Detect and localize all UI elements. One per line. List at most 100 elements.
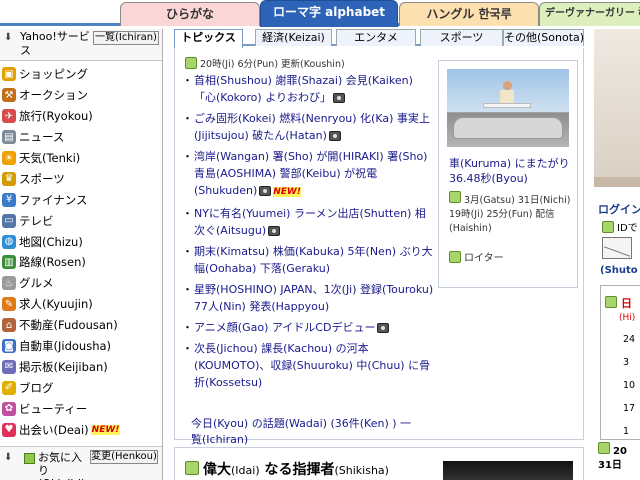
sidebar-service-item[interactable]: ♛ スポーツ [0, 168, 162, 189]
promo-image[interactable] [594, 29, 640, 187]
topics-more-text[interactable]: 今日(Kyou) の話題(Wadai) (36件(Ken) ) 一覧(Ichir… [191, 417, 411, 446]
sidebar-service-label: ビューティー [19, 401, 88, 416]
services-sidebar: ⬇ Yahoo!サービス 一覧(Ichiran) ▣ ショッピング ⚒ オークション ✈… [0, 29, 163, 480]
calendar-number[interactable]: 1 [623, 426, 629, 437]
camera-icon [377, 323, 390, 333]
sidebar-service-label: 不動産(Fudousan) [19, 318, 118, 333]
favorites-icon [24, 453, 35, 464]
headline-link[interactable]: 星野(HOSHINO) JAPAN、1次(Ji) 登録(Touroku) 77人… [194, 283, 433, 313]
photo-caption[interactable]: 車(Kuruma) にまたがり36.48秒(Byou) [449, 156, 573, 186]
jobs-icon: ✎ [2, 297, 16, 312]
calendar-date-icon [598, 442, 610, 454]
calendar-number[interactable]: 10 [623, 380, 635, 391]
login-id-link[interactable]: IDで [602, 219, 638, 234]
sidebar-service-item[interactable]: ⚒ オークション [0, 85, 162, 106]
sidebar-service-item[interactable]: ¥ ファイナンス [0, 189, 162, 210]
login-id-text: IDで [617, 223, 638, 234]
sidebar-service-item[interactable]: ▣ ショッピング [0, 64, 162, 85]
headline-link[interactable]: アニメ顔(Gao) アイドルCDデビュー [194, 321, 375, 334]
headline-item: 次長(Jichou) 課長(Kachou) の河本(KOUMOTO)、収録(Sh… [182, 340, 435, 391]
favorites-label[interactable]: お気に入り(Okiniiri) [38, 451, 90, 480]
feature-thumbnail[interactable] [443, 461, 573, 480]
sidebar-service-label: 旅行(Ryokou) [19, 109, 93, 124]
tab-hangul[interactable]: ハングル 한국루 [399, 2, 539, 26]
topic-tab[interactable]: 経済(Keizai) [255, 29, 332, 46]
finance-icon: ¥ [2, 192, 16, 207]
sidebar-service-item[interactable]: ♥ 出会い(Deai) NEW! [0, 419, 162, 440]
service-list-button[interactable]: 一覧(Ichiran) [93, 31, 159, 45]
headline-link[interactable]: 湾岸(Wangan) 署(Sho) が開(HIRAKI) 署(Sho) 青島(A… [194, 150, 427, 197]
heart-icon: ♥ [2, 422, 16, 437]
photo-meta-text: 3月(Gatsu) 31日(Nichi) 19時(Ji) 25分(Fun) 配信… [449, 195, 571, 234]
change-favorites-button[interactable]: 変更(Henkou) [90, 450, 158, 464]
sidebar-service-item[interactable]: ☀ 天気(Tenki) [0, 148, 162, 169]
topic-tab[interactable]: その他(Sonota) [503, 29, 584, 46]
shopping-bag-icon: ▣ [2, 67, 16, 82]
topics-more-link[interactable]: 今日(Kyou) の話題(Wadai) (36件(Ken) ) 一覧(Ichir… [191, 416, 421, 448]
sidebar-service-label: 求人(Kyuujin) [19, 297, 93, 312]
topic-tab-bar: トピックス 経済(Keizai) エンタメ スポーツ その他(Sonota) [174, 29, 584, 48]
tab-devanagari[interactable]: デーヴァナーガリー देवनागरी [539, 2, 640, 26]
car-shape [453, 117, 563, 139]
headline-link[interactable]: 首相(Shushou) 謝罪(Shazai) 会見(Kaiken) 「心(Kok… [194, 74, 413, 104]
calendar-number[interactable]: 24 [623, 334, 635, 345]
sidebar-service-item[interactable]: ♨ グルメ [0, 273, 162, 294]
sidebar-service-item[interactable]: ◍ 地図(Chizu) [0, 231, 162, 252]
photo-meta-icon [449, 191, 461, 203]
topic-tab[interactable]: エンタメ [336, 29, 416, 46]
topic-tab[interactable]: トピックス [174, 29, 243, 48]
camera-icon [332, 93, 345, 103]
calendar-number[interactable]: 17 [623, 403, 635, 414]
photo-news-card: 車(Kuruma) にまたがり36.48秒(Byou) 3月(Gatsu) 31… [438, 60, 578, 288]
update-time-text: 20時(Ji) 6分(Pun) 更新(Koushin) [200, 59, 345, 70]
sidebar-service-item[interactable]: ▭ テレビ [0, 210, 162, 231]
headline-link[interactable]: 期末(Kimatsu) 株価(Kabuka) 5年(Nen) ぶり大幅(Ooha… [194, 245, 433, 275]
topic-tab[interactable]: スポーツ [420, 29, 503, 46]
mail-icon[interactable] [602, 237, 632, 259]
sidebar-service-item[interactable]: ✎ 求人(Kyuujin) [0, 294, 162, 315]
tab-romaji[interactable]: ローマ字 alphabet [260, 0, 398, 27]
arrow-down-icon[interactable]: ⬇ [4, 32, 12, 43]
sidebar-service-label: ショッピング [19, 67, 88, 82]
news-photo[interactable] [447, 69, 569, 147]
sidebar-service-item[interactable]: ▥ 路線(Rosen) [0, 252, 162, 273]
headline-item: アニメ顔(Gao) アイドルCDデビュー [182, 319, 435, 336]
sidebar-header: ⬇ Yahoo!サービス 一覧(Ichiran) [0, 29, 162, 61]
sidebar-service-item[interactable]: ⌂ 不動産(Fudousan) [0, 315, 162, 336]
photo-source-text: ロイター [464, 253, 504, 264]
sidebar-title[interactable]: Yahoo!サービス [20, 30, 92, 58]
sidebar-service-item[interactable]: ◙ 自動車(Jidousha) [0, 336, 162, 357]
headline-link[interactable]: NYに有名(Yuumei) ラーメン出店(Shutten) 相次ぐ(Aitsug… [194, 207, 426, 237]
photo-caption-link[interactable]: 車(Kuruma) にまたがり36.48秒(Byou) [449, 157, 570, 185]
headline-list: 首相(Shushou) 謝罪(Shazai) 会見(Kaiken) 「心(Kok… [182, 72, 435, 395]
train-icon: ▥ [2, 255, 16, 270]
sidebar-service-item[interactable]: ✉ 掲示板(Keijiban) [0, 356, 162, 377]
beauty-icon: ✿ [2, 401, 16, 416]
sidebar-service-item[interactable]: ✿ ビューティー [0, 398, 162, 419]
person-shape [483, 81, 531, 119]
headline-link[interactable]: ごみ固形(Kokei) 燃料(Nenryou) 化(Ka) 事実上(Jijits… [194, 112, 430, 142]
feature-title-reading-2: (Shikisha) [334, 464, 389, 477]
mail-label[interactable]: (Shuto [600, 265, 638, 276]
new-badge: NEW! [90, 424, 121, 435]
tab-hiragana[interactable]: ひらがな [120, 2, 260, 26]
calendar-date: 20 31日 [598, 442, 627, 473]
sidebar-service-label: グルメ [19, 276, 54, 291]
login-title[interactable]: ログイン [598, 201, 640, 217]
sidebar-service-item[interactable]: ✐ ブログ [0, 377, 162, 398]
headline-item: NYに有名(Yuumei) ラーメン出店(Shutten) 相次ぐ(Aitsug… [182, 205, 435, 239]
arrow-down-icon[interactable]: ⬇ [4, 452, 12, 463]
headline-link[interactable]: 次長(Jichou) 課長(Kachou) の河本(KOUMOTO)、収録(Sh… [194, 342, 430, 389]
feature-title[interactable]: 偉大(Idai) なる指揮者(Shikisha) [203, 459, 389, 479]
headline-item: 星野(HOSHINO) JAPAN、1次(Ji) 登録(Touroku) 77人… [182, 281, 435, 315]
sidebar-service-label: 自動車(Jidousha) [19, 339, 112, 354]
sidebar-service-item[interactable]: ▤ ニュース [0, 127, 162, 148]
camera-icon [328, 131, 341, 141]
trophy-icon: ♛ [2, 171, 16, 186]
sidebar-service-label: 地図(Chizu) [19, 234, 83, 249]
camera-icon [259, 186, 272, 196]
calendar-number[interactable]: 3 [623, 357, 629, 368]
sidebar-service-label: スポーツ [19, 171, 65, 186]
sidebar-service-item[interactable]: ✈ 旅行(Ryokou) [0, 106, 162, 127]
update-time: 20時(Ji) 6分(Pun) 更新(Koushin) [185, 56, 345, 70]
